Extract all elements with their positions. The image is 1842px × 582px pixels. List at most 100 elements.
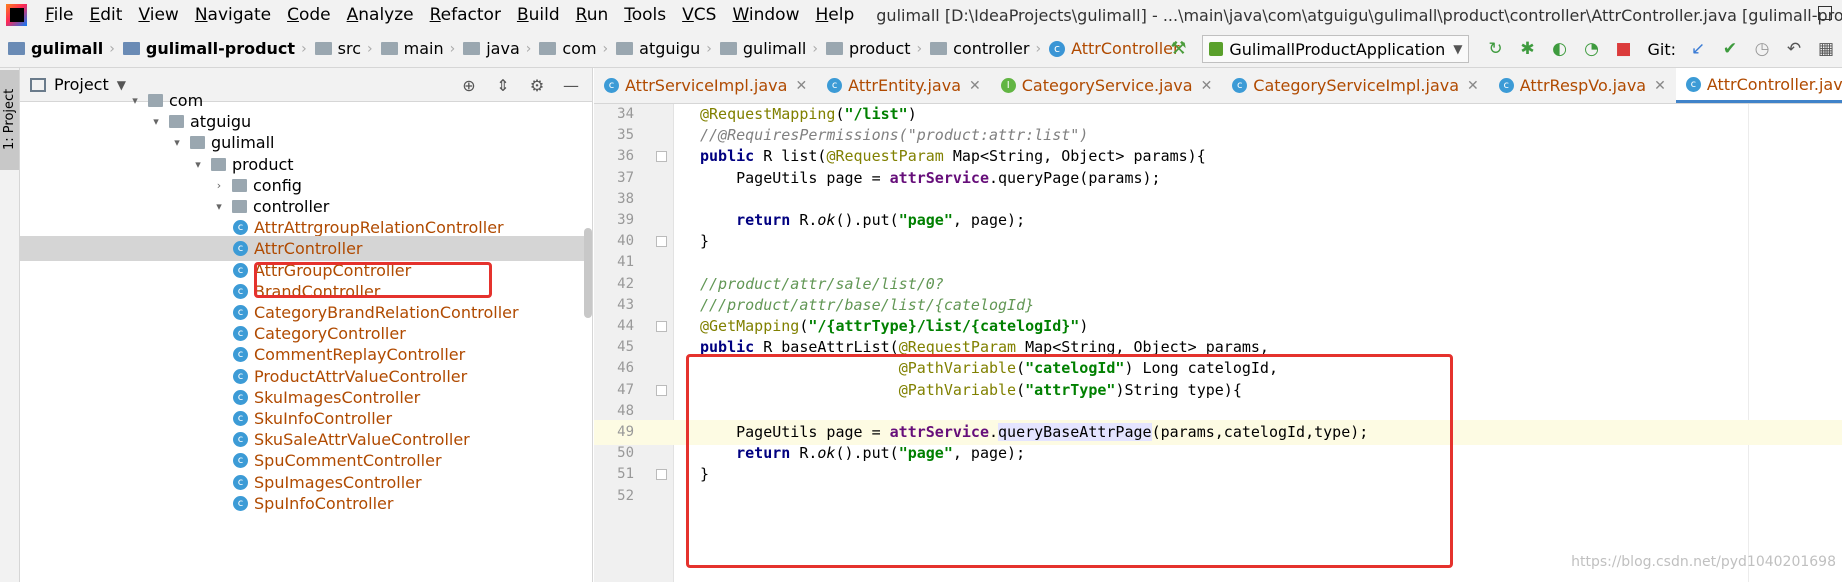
editor-tab[interactable]: c AttrEntity.java ✕ <box>817 68 991 103</box>
tree-class-node[interactable]: c SpuInfoController <box>20 491 592 516</box>
watermark: https://blog.csdn.net/pyd1040201698 <box>1571 554 1836 570</box>
menu-window[interactable]: Window <box>724 5 807 25</box>
project-tool-tab[interactable]: 1: Project <box>0 70 19 170</box>
class-icon: c <box>1049 40 1066 57</box>
fold-marker-icon[interactable] <box>656 321 667 332</box>
menu-code[interactable]: Code <box>279 5 339 25</box>
breadcrumb-label: src <box>337 39 362 58</box>
git-rollback-icon[interactable]: ↶ <box>1783 38 1805 60</box>
breadcrumb-label: gulimall <box>742 39 807 58</box>
package-icon <box>169 115 184 129</box>
menu-vcs[interactable]: VCS <box>674 5 724 25</box>
debug-bug-icon[interactable]: ✱ <box>1516 38 1538 60</box>
class-icon: c <box>233 241 248 257</box>
fold-marker-icon[interactable] <box>656 469 667 481</box>
tree-scrollbar[interactable] <box>584 228 592 318</box>
menu-edit[interactable]: Edit <box>82 5 131 25</box>
editor-tab-label: AttrEntity.java <box>848 76 961 95</box>
spring-boot-icon <box>1209 42 1224 56</box>
breadcrumb-item[interactable]: com › <box>531 39 608 58</box>
fold-marker-icon[interactable] <box>656 151 667 163</box>
expand-arrow-icon[interactable]: ▾ <box>212 200 226 213</box>
breadcrumb-item[interactable]: c AttrController <box>1041 39 1180 58</box>
class-icon: c <box>233 283 248 299</box>
class-icon: c <box>233 262 248 278</box>
menu-items: File Edit View Navigate Code Analyze Refactor B… <box>37 5 862 25</box>
breadcrumb-item[interactable]: java › <box>455 39 531 58</box>
tree-node-label: AttrAttrgroupRelationController <box>254 218 504 238</box>
editor-tab[interactable]: c CategoryServiceImpl.java ✕ <box>1222 68 1488 103</box>
menu-mnemonic: V <box>138 5 150 25</box>
tree-node-label: controller <box>253 197 330 216</box>
tree-node-label: AttrController <box>254 239 363 259</box>
tree-node-label: CommentReplayController <box>254 345 466 365</box>
expand-arrow-icon[interactable]: ▾ <box>128 94 142 107</box>
tree-node-label: atguigu <box>190 112 252 132</box>
breadcrumb-item[interactable]: gulimall › <box>0 39 115 58</box>
interface-icon: I <box>1000 78 1016 93</box>
menu-view[interactable]: View <box>130 5 186 25</box>
breadcrumb-item[interactable]: product › <box>818 39 922 58</box>
editor-tab[interactable]: c AttrServiceImpl.java ✕ <box>594 68 817 103</box>
expand-arrow-icon[interactable]: ▾ <box>191 158 205 171</box>
git-update-icon[interactable]: ↙ <box>1687 38 1709 60</box>
class-icon: c <box>233 432 248 448</box>
editor-tab[interactable]: cAttrController.java✕ <box>1675 68 1842 103</box>
menu-mnemonic: A <box>346 5 359 25</box>
breadcrumb-item[interactable]: gulimall-product › <box>115 39 307 58</box>
chevron-down-icon: ▼ <box>1453 42 1463 56</box>
coverage-icon[interactable]: ◐ <box>1548 38 1570 60</box>
close-icon[interactable]: ✕ <box>1201 78 1213 94</box>
git-history-icon[interactable]: ◷ <box>1751 38 1773 60</box>
fold-marker-icon[interactable] <box>656 384 667 396</box>
folder-icon <box>380 42 398 55</box>
close-icon[interactable]: ✕ <box>969 78 981 94</box>
menu-bar: File Edit View Navigate Code Analyze Refactor B… <box>0 0 1842 30</box>
menu-help[interactable]: Help <box>807 5 862 25</box>
restore-window-icon[interactable] <box>1818 6 1832 20</box>
menu-mnemonic: V <box>682 5 694 25</box>
menu-build[interactable]: Build <box>509 5 568 25</box>
expand-arrow-icon[interactable]: ▾ <box>149 115 163 128</box>
menu-refactor[interactable]: Refactor <box>422 5 509 25</box>
close-icon[interactable]: ✕ <box>1467 78 1479 94</box>
close-icon[interactable]: ✕ <box>1654 78 1666 94</box>
folder-icon <box>930 42 948 55</box>
menu-file[interactable]: File <box>37 5 81 25</box>
fold-marker-icon[interactable] <box>656 236 667 248</box>
rerun-icon[interactable]: ↻ <box>1484 38 1506 60</box>
editor-tab-label: AttrRespVo.java <box>1519 76 1647 95</box>
menu-analyze[interactable]: Analyze <box>339 5 422 25</box>
class-icon: c <box>233 389 248 405</box>
breadcrumb-item[interactable]: controller › <box>922 39 1041 58</box>
git-label: Git: <box>1647 39 1676 59</box>
editor-tab[interactable]: c AttrRespVo.java ✕ <box>1489 68 1676 103</box>
class-icon: c <box>233 411 248 426</box>
menu-mnemonic: W <box>732 5 749 25</box>
breadcrumb-item[interactable]: gulimall › <box>712 39 818 58</box>
menu-tools[interactable]: Tools <box>616 5 674 25</box>
close-icon[interactable]: ✕ <box>795 78 807 94</box>
tree-node-label: SkuInfoController <box>254 409 393 428</box>
collapse-arrow-icon[interactable]: › <box>212 179 226 192</box>
class-icon: c <box>1685 76 1701 92</box>
breadcrumb-item[interactable]: src › <box>307 39 373 58</box>
build-hammer-icon[interactable]: ⚒ <box>1170 39 1190 59</box>
breadcrumb-item[interactable]: main › <box>373 39 455 58</box>
stop-icon[interactable]: ■ <box>1612 38 1634 60</box>
menu-label-rest: ile <box>53 5 74 25</box>
menu-label-rest: iew <box>149 5 179 25</box>
project-structure-icon[interactable]: ▦ <box>1815 38 1837 60</box>
menu-navigate[interactable]: Navigate <box>187 5 279 25</box>
breadcrumb-item[interactable]: atguigu › <box>608 39 712 58</box>
menu-label-rest: CS <box>693 5 717 25</box>
class-icon: c <box>827 78 843 93</box>
editor-tab[interactable]: I CategoryService.java ✕ <box>991 68 1223 103</box>
editor-tab-label: CategoryServiceImpl.java <box>1253 76 1460 95</box>
run-configuration-select[interactable]: GulimallProductApplication ▼ <box>1202 35 1470 63</box>
menu-mnemonic: T <box>624 5 632 25</box>
profile-icon[interactable]: ◔ <box>1580 38 1602 60</box>
git-commit-icon[interactable]: ✔ <box>1719 38 1741 60</box>
menu-run[interactable]: Run <box>568 5 617 25</box>
expand-arrow-icon[interactable]: ▾ <box>170 136 184 149</box>
